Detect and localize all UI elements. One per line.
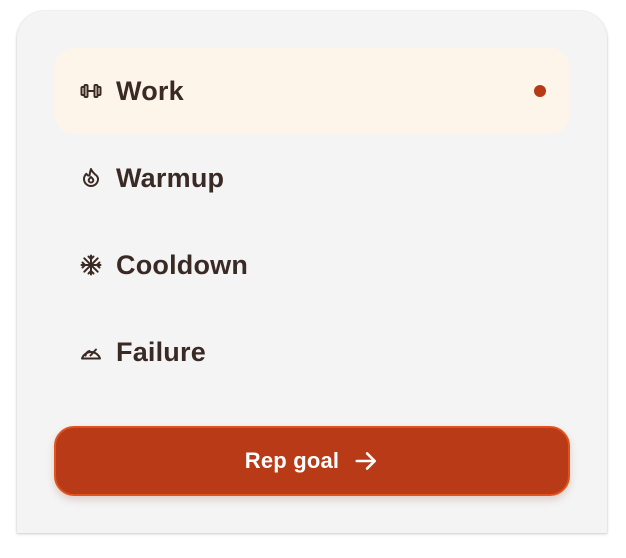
arrow-right-icon [353,448,379,474]
gauge-icon [78,339,104,365]
set-type-card: Work Warmup Cooldown Failure Rep goal [17,11,607,533]
rep-goal-button[interactable]: Rep goal [54,426,570,496]
flame-icon [78,165,104,191]
menu-item-cooldown[interactable]: Cooldown [54,222,570,308]
snowflake-icon [78,252,104,278]
menu-item-label: Work [116,75,184,106]
menu-item-warmup[interactable]: Warmup [54,135,570,221]
menu-item-work[interactable]: Work [54,48,570,134]
rep-goal-label: Rep goal [244,448,340,473]
set-type-menu: Work Warmup Cooldown Failure [54,48,570,396]
menu-item-label: Warmup [116,162,225,193]
dumbbell-icon [78,78,104,104]
selected-indicator-dot [534,85,546,97]
menu-item-failure[interactable]: Failure [54,309,570,395]
menu-item-label: Cooldown [116,249,249,280]
menu-item-label: Failure [116,336,206,367]
